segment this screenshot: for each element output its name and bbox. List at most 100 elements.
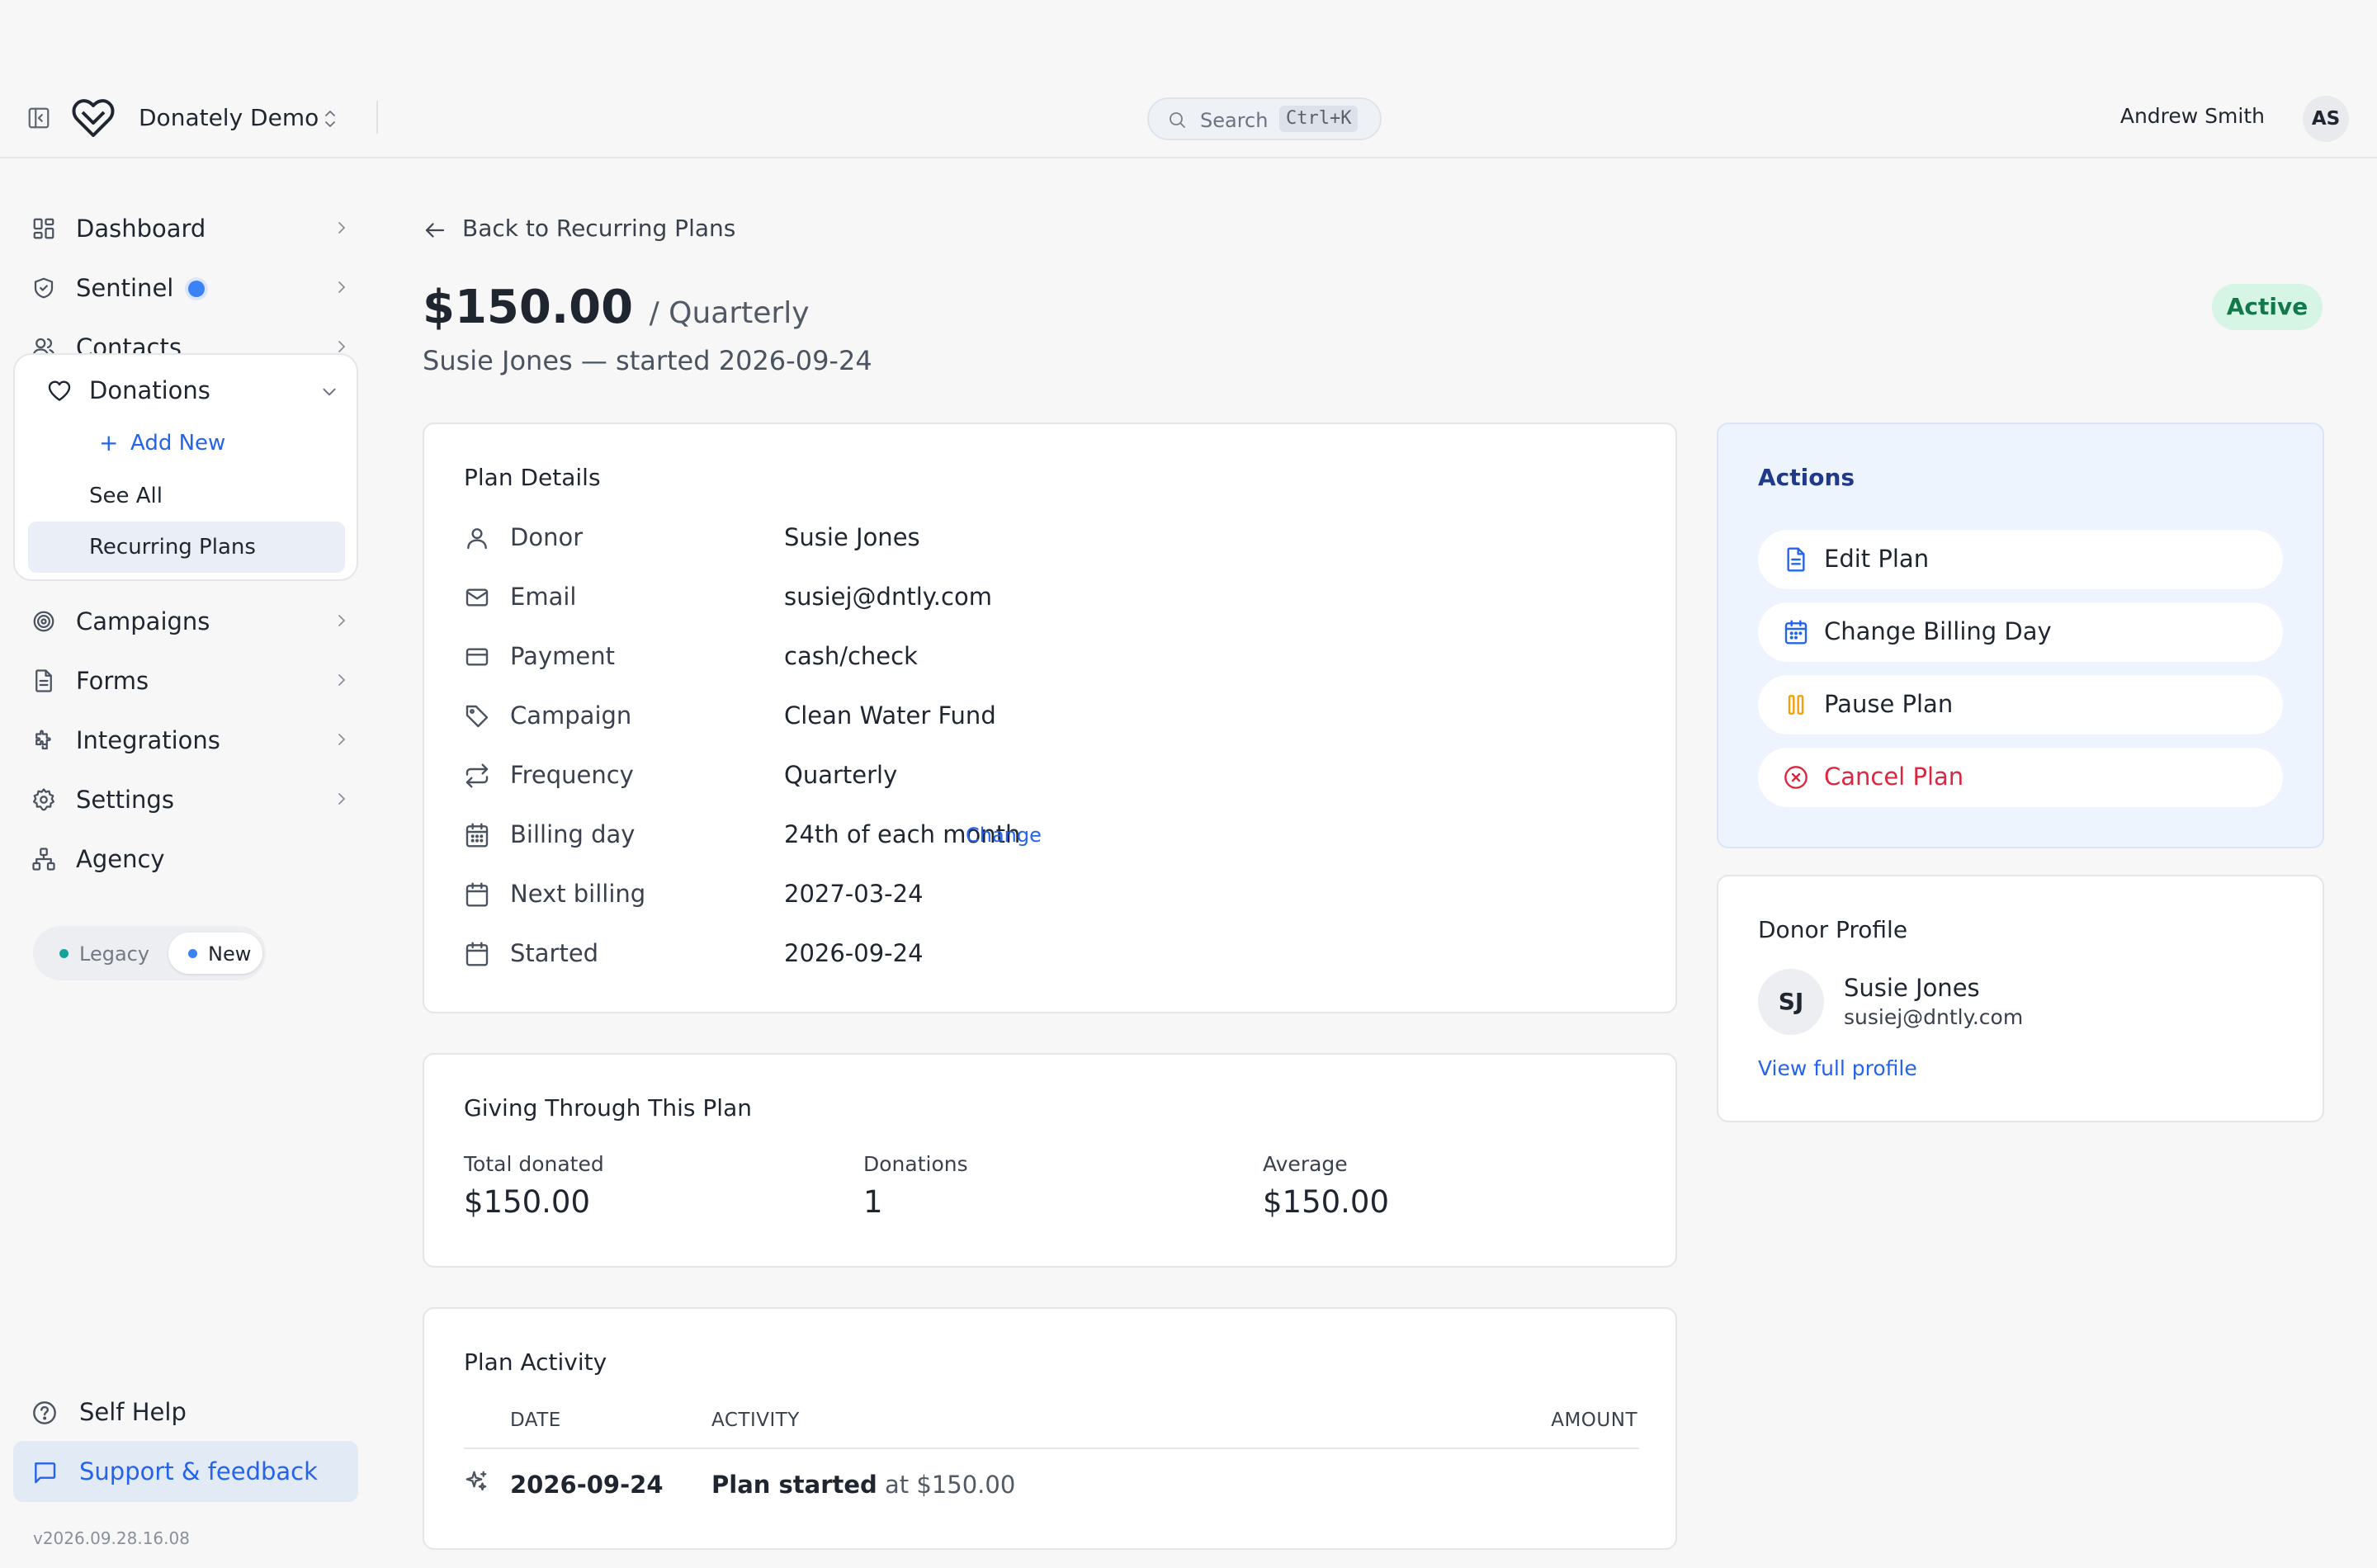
plan-amount: $150.00: [423, 281, 634, 334]
repeat-icon: [464, 763, 490, 789]
stat-average: Average $150.00: [1263, 1152, 1389, 1220]
calendar-icon: [464, 941, 490, 967]
top-bar: Donately Demo Search Ctrl+K Andrew Smith…: [0, 73, 2377, 158]
stat-value: 1: [863, 1184, 883, 1220]
sidebar-subitem-label: Add New: [130, 431, 226, 456]
sidebar-item-sentinel[interactable]: Sentinel: [13, 261, 358, 314]
stat-value: $150.00: [1263, 1184, 1390, 1220]
status-dot: [59, 949, 69, 958]
sidebar-subitem-see-all[interactable]: See All: [28, 470, 345, 522]
sidebar-item-label: Forms: [76, 667, 149, 695]
sidebar-subitem-add-new[interactable]: + Add New: [28, 418, 345, 469]
target-icon: [31, 609, 56, 634]
stat-label: Total donated: [464, 1152, 604, 1176]
cancel-plan-button[interactable]: Cancel Plan: [1758, 748, 2283, 807]
pause-plan-button[interactable]: Pause Plan: [1758, 675, 2283, 734]
topbar-divider: [376, 101, 378, 134]
chevron-down-icon[interactable]: [320, 383, 338, 401]
edit-plan-button[interactable]: Edit Plan: [1758, 530, 2283, 589]
card-title: Donor Profile: [1758, 916, 1908, 943]
calendar-icon: [464, 881, 490, 908]
detail-label: Email: [510, 583, 577, 611]
heart-icon: [46, 378, 73, 404]
mail-icon: [464, 584, 490, 611]
x-circle-icon: [1783, 764, 1809, 791]
activity-description: Plan started at $150.00: [711, 1471, 1015, 1499]
plan-activity-card: Plan Activity DATE ACTIVITY AMOUNT 2026-…: [423, 1307, 1677, 1550]
sidebar-item-label: Sentinel: [76, 274, 174, 302]
card-title: Plan Activity: [464, 1348, 607, 1376]
mode-option-label: New: [208, 942, 252, 966]
stat-total-donated: Total donated $150.00: [464, 1152, 604, 1220]
search-button[interactable]: Search Ctrl+K: [1147, 97, 1382, 140]
sidebar-item-agency[interactable]: Agency: [13, 832, 358, 885]
arrow-left-icon: [423, 218, 447, 243]
chevron-right-icon: [333, 672, 350, 688]
network-icon: [31, 847, 56, 871]
calendar-grid-icon: [464, 822, 490, 848]
detail-row-frequency: Frequency Quarterly: [464, 756, 1619, 796]
action-label: Cancel Plan: [1824, 763, 1964, 791]
app-version: v2026.09.28.16.08: [33, 1528, 190, 1548]
mode-option-legacy[interactable]: Legacy: [40, 933, 178, 974]
stat-value: $150.00: [464, 1184, 591, 1220]
sidebar-item-label: Campaigns: [76, 607, 210, 635]
detail-label: Payment: [510, 642, 615, 670]
view-full-profile-link[interactable]: View full profile: [1758, 1056, 1917, 1080]
action-label: Pause Plan: [1824, 690, 1954, 718]
activity-date: 2026-09-24: [510, 1471, 664, 1499]
sidebar-toggle-icon[interactable]: [26, 106, 51, 130]
sidebar-item-settings[interactable]: Settings: [13, 772, 358, 825]
sidebar-item-donations[interactable]: Donations: [89, 376, 210, 404]
change-billing-day-button[interactable]: Change Billing Day: [1758, 602, 2283, 662]
donor-profile-card: Donor Profile SJ Susie Jones susiej@dntl…: [1717, 875, 2324, 1122]
giving-summary-card: Giving Through This Plan Total donated $…: [423, 1053, 1677, 1268]
change-billing-day-link[interactable]: Change: [966, 824, 1042, 847]
actions-card: Actions Edit Plan Change Billing Day Pau…: [1717, 423, 2324, 848]
support-feedback-button[interactable]: Support & feedback: [13, 1441, 358, 1502]
sidebar-item-label: Settings: [76, 786, 174, 814]
sidebar-item-label: Agency: [76, 845, 165, 873]
sidebar-subitem-recurring-plans[interactable]: Recurring Plans: [28, 522, 345, 573]
donately-logo-icon[interactable]: [71, 96, 116, 140]
chevron-right-icon: [333, 279, 350, 295]
sidebar-item-label: Self Help: [79, 1398, 187, 1426]
sidebar-item-dashboard[interactable]: Dashboard: [13, 201, 358, 254]
user-name[interactable]: Andrew Smith: [2120, 104, 2265, 128]
sidebar-item-self-help[interactable]: Self Help: [13, 1385, 358, 1438]
chevron-right-icon: [333, 612, 350, 629]
detail-label: Started: [510, 939, 599, 967]
ui-mode-toggle: Legacy New: [33, 926, 266, 980]
detail-row-payment: Payment cash/check: [464, 637, 1619, 677]
plan-subtitle: Susie Jones — started 2026-09-24: [423, 345, 872, 376]
detail-value: Quarterly: [784, 761, 898, 789]
org-name[interactable]: Donately Demo: [139, 104, 319, 131]
search-shortcut-kbd: Ctrl+K: [1279, 106, 1359, 132]
activity-event: Plan started: [711, 1471, 877, 1499]
sidebar-item-integrations[interactable]: Integrations: [13, 713, 358, 766]
user-avatar[interactable]: AS: [2303, 96, 2349, 142]
sidebar-item-campaigns[interactable]: Campaigns: [13, 594, 358, 647]
sidebar-item-forms[interactable]: Forms: [13, 654, 358, 706]
detail-row-next-billing: Next billing 2027-03-24: [464, 875, 1619, 914]
gear-icon: [31, 787, 56, 812]
sidebar: Dashboard Sentinel Contacts Donations + …: [0, 158, 371, 1568]
sidebar-item-label: Integrations: [76, 726, 220, 754]
detail-value: cash/check: [784, 642, 918, 670]
credit-card-icon: [464, 644, 490, 670]
chevron-right-icon: [333, 338, 350, 355]
status-dot: [188, 949, 197, 958]
action-label: Change Billing Day: [1824, 617, 2052, 645]
donations-group: Donations + Add New See All Recurring Pl…: [13, 353, 358, 581]
detail-value: 2027-03-24: [784, 880, 924, 908]
sparkle-icon: [464, 1469, 489, 1494]
message-square-icon: [31, 1459, 58, 1485]
sidebar-item-label: Dashboard: [76, 215, 206, 243]
mode-option-new[interactable]: New: [168, 933, 262, 974]
detail-label: Campaign: [510, 701, 632, 730]
notification-dot: [188, 281, 205, 297]
plus-icon: +: [99, 429, 119, 456]
org-switch-chevrons-icon[interactable]: [320, 107, 340, 130]
tag-icon: [464, 703, 490, 730]
detail-label: Frequency: [510, 761, 634, 789]
